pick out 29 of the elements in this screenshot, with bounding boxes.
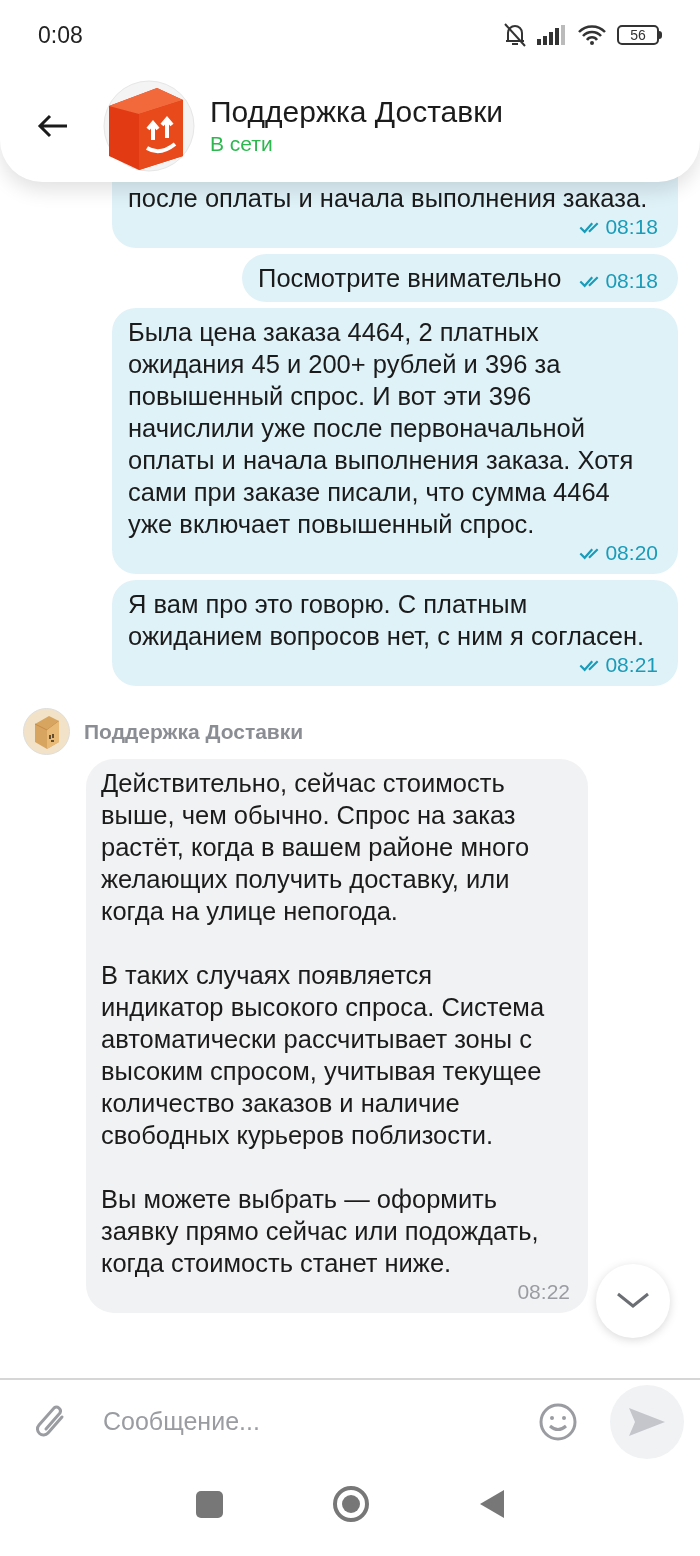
scroll-down-button[interactable]	[596, 1264, 670, 1338]
home-button[interactable]	[332, 1486, 369, 1522]
sender-name: Поддержка Доставки	[84, 718, 304, 745]
message-text: после оплаты и начала выполнения заказа.	[128, 183, 648, 214]
message-text: Была цена заказа 4464, 2 платных ожидания 45 и 200+ рублей и 396 за повышенный спрос. И вот эти 396 начислили уже после первоначальной оплаты и начала выполнения заказа. Хотя сами при заказе писали, что сумма 4464 уже включает повышенный спрос.	[128, 317, 635, 540]
wifi-icon	[577, 24, 607, 46]
box-avatar-icon	[23, 708, 70, 755]
online-status: В сети	[210, 131, 274, 157]
back-nav-icon[interactable]	[478, 1489, 505, 1519]
back-arrow-icon	[37, 114, 69, 138]
battery-icon: 56	[617, 25, 662, 45]
chat-title: Поддержка Доставки	[210, 94, 504, 130]
chevron-down-icon	[616, 1292, 650, 1310]
signal-icon	[537, 25, 567, 45]
cube-avatar-icon	[103, 80, 195, 172]
status-time: 0:08	[38, 20, 83, 50]
recents-button[interactable]	[195, 1490, 223, 1518]
message-time: 08:18	[605, 268, 658, 295]
message-time: 08:18	[605, 214, 658, 241]
message-time: 08:22	[517, 1279, 570, 1305]
message-time: 08:20	[605, 540, 658, 567]
message-input[interactable]: Сообщение...	[103, 1403, 538, 1441]
message-time: 08:21	[605, 652, 658, 679]
message-text: Посмотрите внимательно	[258, 263, 562, 294]
bell-off-icon	[503, 22, 527, 48]
message-text: Действительно, сейчас стоимость выше, чем обычно. Спрос на заказ растёт, когда в вашем районе много желающих получить доставку, или когда на улице непогода. В таких случаях появляется индикатор высокого спроса. Система автоматически рассчитывает зоны с высоким спросом, учитывая текущее количество заказов и наличие свободных курьеров поблизости. Вы можете выбрать — оформить заявку прямо сейчас или подождать, когда стоимость станет ниже.	[101, 768, 546, 1279]
emoji-icon[interactable]	[538, 1402, 578, 1442]
send-icon	[627, 1406, 667, 1438]
message-text: Я вам про это говорю. С платным ожиданием вопросов нет, с ним я согласен.	[128, 589, 646, 652]
